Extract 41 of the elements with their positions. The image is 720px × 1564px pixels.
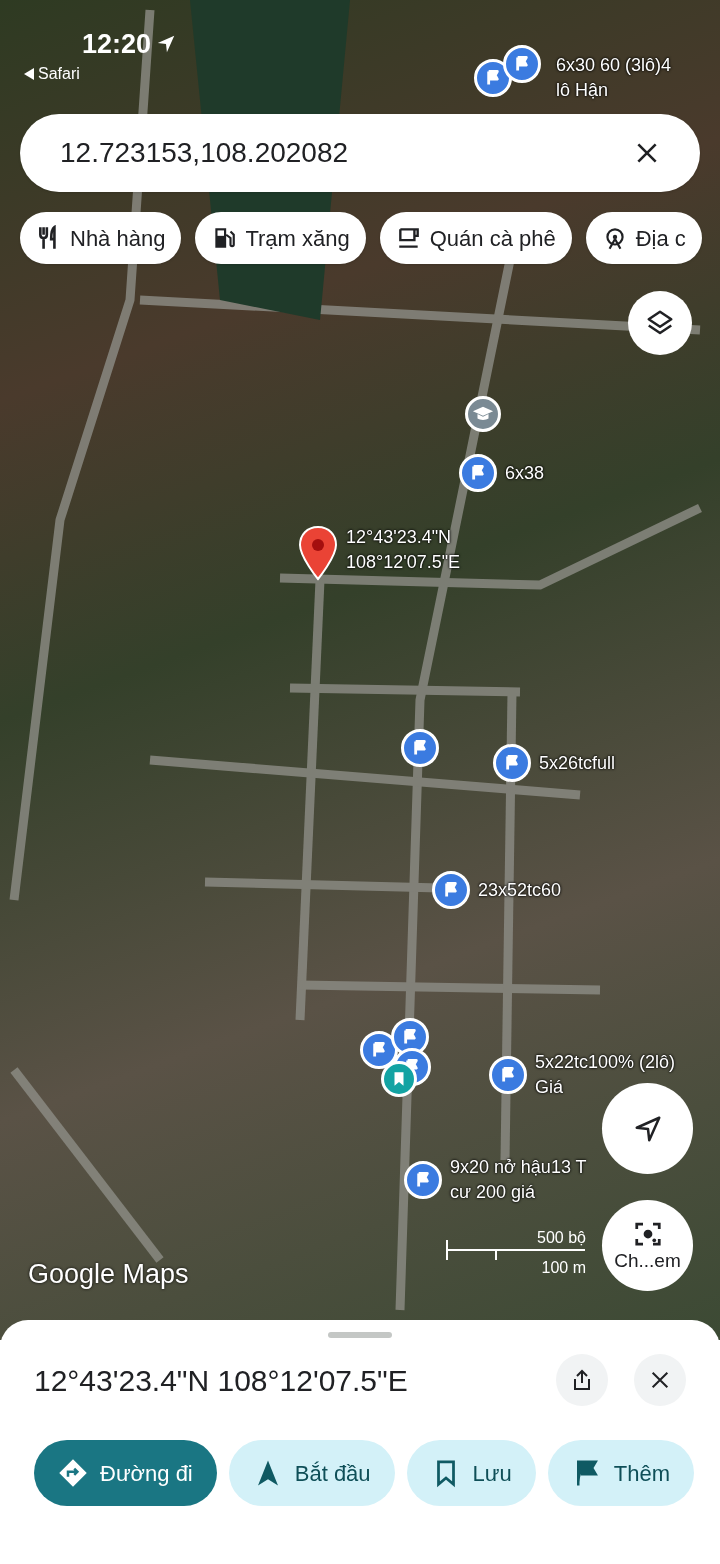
flag-pin-icon[interactable] — [401, 729, 439, 767]
close-icon — [649, 1369, 671, 1391]
drag-handle[interactable] — [328, 1332, 392, 1338]
flag-pin-icon[interactable] — [459, 454, 497, 492]
scale-imperial-label: 500 bộ — [537, 1230, 586, 1246]
search-field[interactable]: 12.723153,108.202082 — [20, 114, 700, 192]
share-button[interactable] — [556, 1354, 608, 1406]
map-label: 9x20 nở hậu13 T cư 200 giá — [450, 1156, 587, 1204]
action-button[interactable]: Bắt đầu — [228, 1440, 395, 1506]
bookmark-pin-icon[interactable] — [381, 1061, 417, 1097]
scale-metric-label: 100 m — [541, 1260, 586, 1276]
action-button[interactable]: Đường đi — [34, 1440, 217, 1506]
category-chip[interactable]: Trạm xăng — [195, 212, 366, 264]
action-button[interactable]: Thêm — [547, 1440, 695, 1506]
back-triangle-icon — [24, 68, 34, 80]
status-time: 12:20 — [82, 28, 152, 61]
category-chip[interactable]: Địa c — [585, 212, 702, 264]
flag-pin-icon[interactable] — [432, 871, 470, 909]
map-label: 6x30 60 (3lô)4 lô Hận — [556, 54, 672, 102]
flag-pin-icon[interactable] — [489, 1056, 527, 1094]
category-chip[interactable]: Nhà hàng — [20, 212, 182, 264]
flag-pin-icon[interactable] — [493, 744, 531, 782]
close-button[interactable] — [634, 1354, 686, 1406]
place-title: 12°43'23.4"N 108°12'07.5"E — [34, 1362, 409, 1399]
flag-pin-icon[interactable] — [404, 1161, 442, 1199]
flag-pin-icon[interactable] — [474, 59, 512, 97]
back-to-app-link[interactable]: Safari — [38, 62, 80, 86]
map-label: 5x26tcfull — [539, 751, 616, 775]
map-label: 5x22tc100% (2lô) Giá — [535, 1051, 676, 1099]
map-label: 12°43'23.4"N 108°12'07.5"E — [346, 526, 461, 574]
map-pin-icon — [298, 525, 338, 581]
google-maps-logo: Google Maps — [28, 1258, 189, 1291]
graduation-cap-pin-icon[interactable] — [465, 396, 501, 432]
flag-pin-icon[interactable] — [503, 45, 541, 83]
flag-pin-icon[interactable] — [360, 1031, 398, 1069]
camera-search-button[interactable]: Ch...em — [602, 1200, 693, 1291]
directions-diamond-icon — [58, 1458, 88, 1488]
action-button[interactable]: Lưu — [406, 1440, 536, 1506]
map-label: 6x38 — [505, 461, 545, 485]
category-chip[interactable]: Quán cà phê — [379, 212, 572, 264]
map-label: 23x52tc60 — [478, 878, 562, 902]
